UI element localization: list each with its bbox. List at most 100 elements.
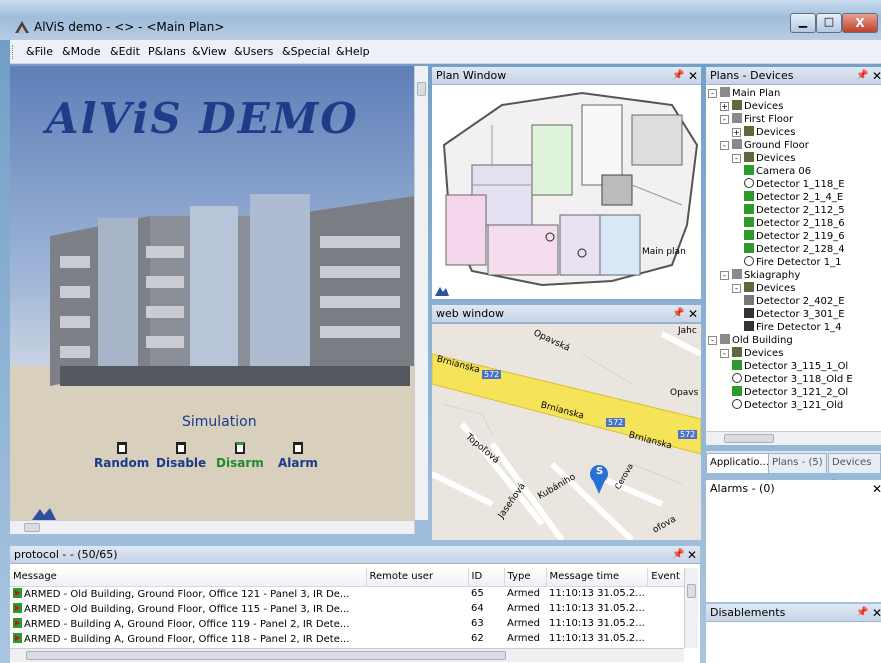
- tree-item[interactable]: Detector 2_402_E: [744, 295, 845, 308]
- tree-item[interactable]: Camera 06: [744, 165, 811, 178]
- close-panel-button[interactable]: ✕: [872, 604, 881, 622]
- menu-mode[interactable]: &Mode: [62, 45, 101, 58]
- column-header[interactable]: ID: [468, 568, 505, 587]
- ir-icon: [744, 243, 754, 253]
- table-row[interactable]: ARMED - Building A, Ground Floor, Office…: [10, 616, 688, 631]
- remote-user-cell: [366, 631, 468, 646]
- column-header[interactable]: Remote user: [366, 568, 469, 587]
- scroll-thumb[interactable]: [26, 651, 506, 660]
- menu-plans[interactable]: P&lans: [148, 45, 186, 58]
- tree-item[interactable]: Detector 2_112_5: [744, 204, 845, 217]
- disable-label: Disable: [156, 456, 207, 470]
- close-panel-button[interactable]: ✕: [872, 480, 881, 498]
- collapse-icon[interactable]: -: [720, 115, 729, 124]
- collapse-icon[interactable]: -: [732, 284, 741, 293]
- collapse-icon[interactable]: -: [720, 141, 729, 150]
- collapse-icon[interactable]: -: [708, 336, 717, 345]
- protocol-vertical-scrollbar[interactable]: [684, 568, 698, 648]
- minimize-button[interactable]: ▁: [790, 13, 816, 33]
- web-map-view[interactable]: S Brnianska Brnianska Brnianska Topoľová…: [432, 324, 701, 540]
- tab-devices[interactable]: Devices - ...: [828, 453, 881, 486]
- tree-item[interactable]: + Devices: [732, 126, 795, 139]
- simulation-3d-view[interactable]: AlViS DEMO Simulation Random Disable Dis…: [10, 66, 415, 534]
- close-panel-button[interactable]: ✕: [688, 67, 698, 85]
- location-marker[interactable]: S: [596, 466, 603, 477]
- tree-item[interactable]: - Devices: [732, 282, 795, 295]
- menu-view[interactable]: &View: [192, 45, 227, 58]
- scroll-thumb[interactable]: [417, 82, 426, 96]
- floor-plan-view[interactable]: Main plan: [432, 85, 701, 299]
- column-header[interactable]: Message: [10, 568, 367, 587]
- table-row[interactable]: ARMED - Building A, Ground Floor, Office…: [10, 631, 688, 646]
- ir-icon: [744, 191, 754, 201]
- event-cell: [648, 616, 688, 631]
- protocol-table: Message Remote user ID Type Message time…: [10, 568, 689, 646]
- tab-applications[interactable]: Applicatio...: [706, 453, 773, 473]
- message-text: ARMED - Building A, Ground Floor, Office…: [24, 618, 350, 630]
- menu-file[interactable]: &File: [26, 45, 53, 58]
- scene-vertical-scrollbar[interactable]: [414, 66, 428, 520]
- tree-item[interactable]: - Main Plan: [708, 87, 780, 100]
- random-button[interactable]: Random: [94, 442, 149, 470]
- pin-icon[interactable]: 📌: [672, 546, 684, 564]
- tree-item[interactable]: Detector 3_301_E: [744, 308, 845, 321]
- column-header[interactable]: Type: [504, 568, 547, 587]
- scroll-thumb[interactable]: [724, 434, 774, 443]
- disable-button[interactable]: Disable: [156, 442, 206, 470]
- close-panel-button[interactable]: ✕: [872, 67, 881, 85]
- expand-icon[interactable]: +: [732, 128, 741, 137]
- table-row[interactable]: ARMED - Old Building, Ground Floor, Offi…: [10, 601, 688, 616]
- close-panel-button[interactable]: ✕: [687, 546, 697, 564]
- tree-item[interactable]: Detector 2_118_6: [744, 217, 845, 230]
- table-row[interactable]: ARMED - Old Building, Ground Floor, Offi…: [10, 586, 688, 601]
- expand-icon[interactable]: +: [720, 102, 729, 111]
- column-header[interactable]: Message time: [546, 568, 649, 587]
- collapse-icon[interactable]: -: [732, 154, 741, 163]
- tree-item[interactable]: Detector 2_119_6: [744, 230, 845, 243]
- disarm-button[interactable]: Disarm: [216, 442, 264, 470]
- main-plan-link[interactable]: Main plan: [642, 247, 686, 257]
- tree-item[interactable]: - First Floor: [720, 113, 793, 126]
- protocol-horizontal-scrollbar[interactable]: [10, 648, 684, 662]
- menu-help[interactable]: &Help: [336, 45, 370, 58]
- armed-flag-icon: [13, 602, 22, 613]
- tree-item[interactable]: Detector 2_1_4_E: [744, 191, 843, 204]
- close-panel-button[interactable]: ✕: [688, 305, 698, 323]
- collapse-icon[interactable]: -: [708, 89, 717, 98]
- tree-item[interactable]: - Devices: [720, 347, 783, 360]
- tree-item[interactable]: Detector 3_121_Old: [732, 399, 843, 412]
- tab-plans[interactable]: Plans - (5): [768, 453, 827, 473]
- pin-icon[interactable]: 📌: [856, 67, 868, 85]
- column-header[interactable]: Event: [647, 568, 689, 587]
- tree-item[interactable]: Detector 3_115_1_Ol: [732, 360, 848, 373]
- tree-item[interactable]: - Old Building: [708, 334, 793, 347]
- menu-edit[interactable]: &Edit: [110, 45, 140, 58]
- tree-item[interactable]: + Devices: [720, 100, 783, 113]
- tree-item[interactable]: Fire Detector 1_4: [744, 321, 842, 334]
- tree-item[interactable]: - Skiagraphy: [720, 269, 800, 282]
- collapse-icon[interactable]: -: [720, 349, 729, 358]
- tree-item[interactable]: Detector 2_128_4: [744, 243, 845, 256]
- maximize-button[interactable]: □: [816, 13, 842, 33]
- collapse-icon[interactable]: -: [720, 271, 729, 280]
- pin-icon[interactable]: 📌: [672, 67, 684, 85]
- menu-special[interactable]: &Special: [282, 45, 330, 58]
- tree-item-label: Detector 2_112_5: [756, 205, 845, 216]
- devices-tree[interactable]: - Main Plan + Devices - First Floor + Devices - G…: [706, 85, 881, 431]
- scroll-thumb[interactable]: [687, 584, 696, 598]
- tree-horizontal-scrollbar[interactable]: [706, 431, 881, 445]
- tree-item[interactable]: Detector 3_118_Old E: [732, 373, 853, 386]
- tree-item[interactable]: - Devices: [732, 152, 795, 165]
- tree-item[interactable]: - Ground Floor: [720, 139, 809, 152]
- scene-horizontal-scrollbar[interactable]: [10, 520, 414, 534]
- menu-users[interactable]: &Users: [234, 45, 273, 58]
- pin-icon[interactable]: 📌: [856, 604, 868, 622]
- tree-item[interactable]: Detector 1_118_E: [744, 178, 845, 191]
- scroll-thumb[interactable]: [24, 523, 40, 532]
- tree-item[interactable]: Detector 3_121_2_Ol: [732, 386, 848, 399]
- toolbar-grip[interactable]: [12, 45, 15, 59]
- close-button[interactable]: X: [842, 13, 878, 33]
- pin-icon[interactable]: 📌: [672, 305, 684, 323]
- alarm-button[interactable]: Alarm: [278, 442, 318, 470]
- tree-item[interactable]: Fire Detector 1_1: [744, 256, 842, 269]
